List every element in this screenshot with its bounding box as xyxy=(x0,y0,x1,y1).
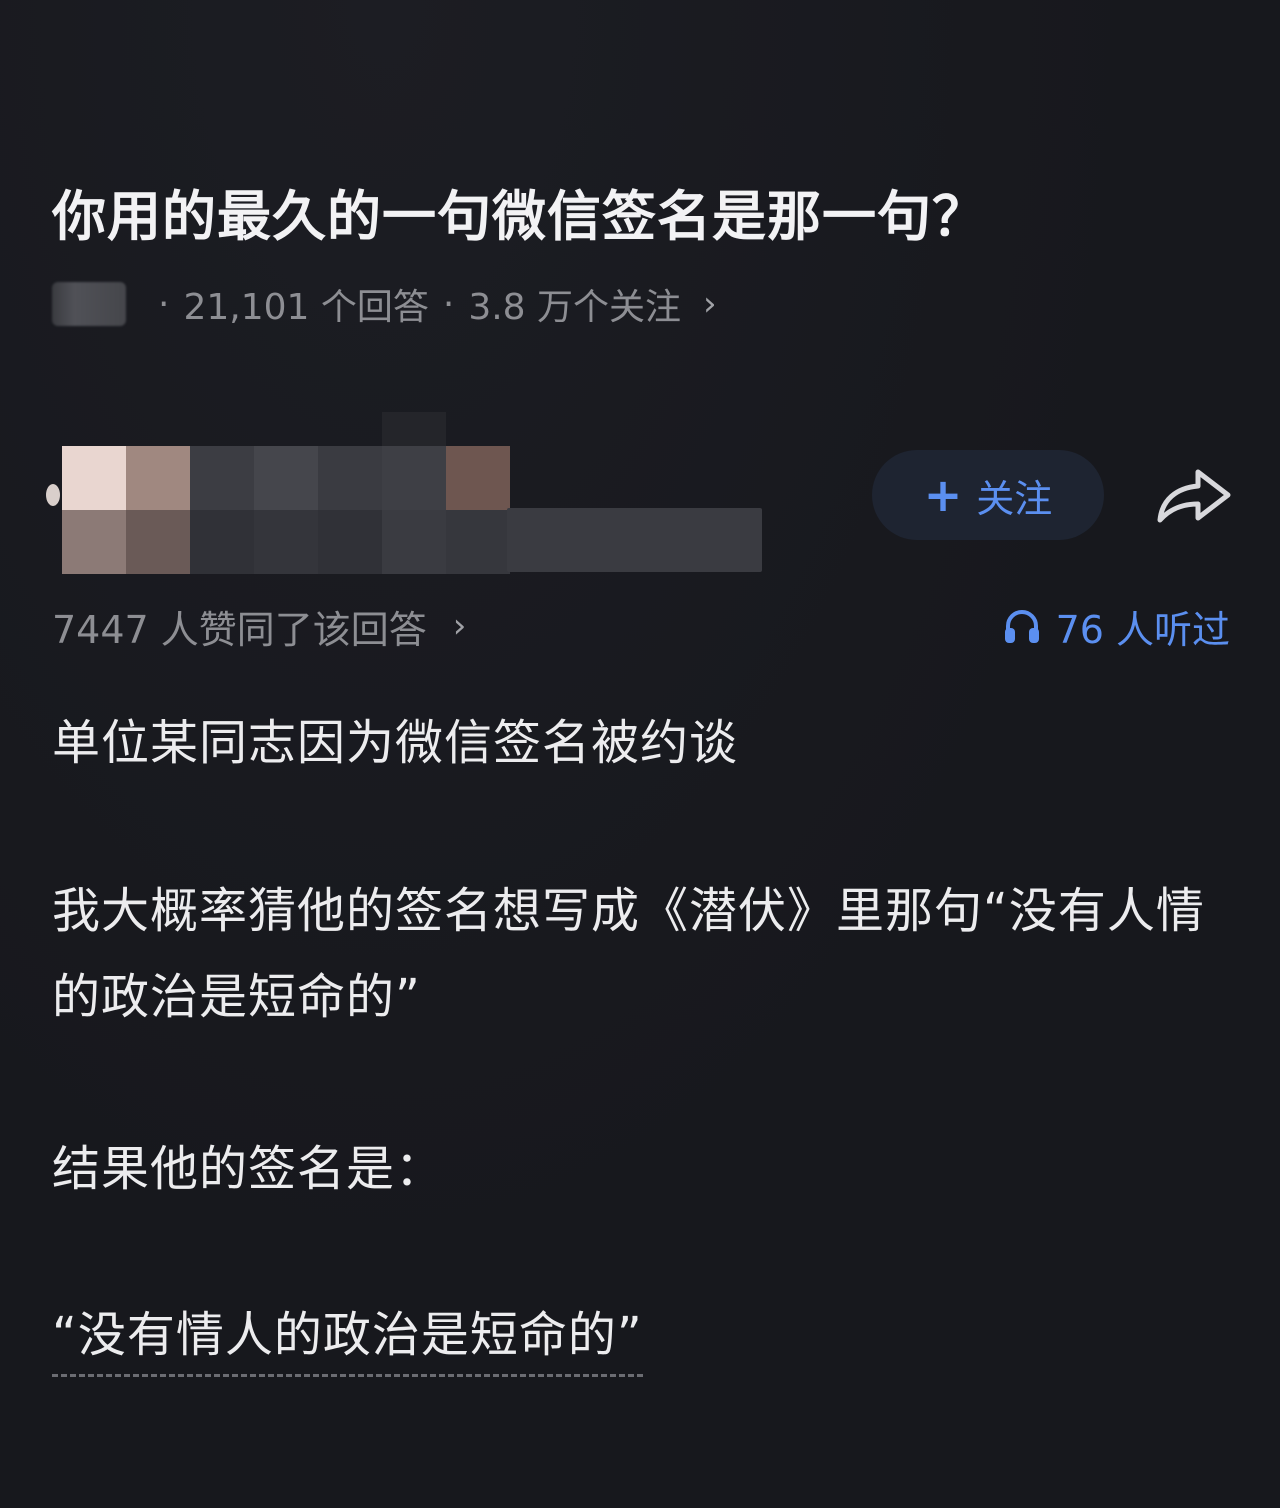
censor-pixel xyxy=(254,510,318,574)
author-info-censored[interactable] xyxy=(46,412,772,580)
chevron-right-icon: › xyxy=(452,606,467,646)
censor-pixel xyxy=(446,446,510,510)
meta-separator: · xyxy=(442,283,455,325)
censor-pixel xyxy=(190,446,254,510)
chevron-right-icon: › xyxy=(703,284,717,324)
answer-paragraph-1: 单位某同志因为微信签名被约谈 xyxy=(52,715,739,771)
censor-pixel xyxy=(126,510,190,574)
listened-count: 76 人听过 xyxy=(1055,607,1230,652)
likes-link[interactable]: 7447 人赞同了该回答 › xyxy=(52,600,466,652)
headphone-icon xyxy=(1004,610,1039,643)
answer-paragraph-4: “没有情人的政治是短命的” xyxy=(52,1292,1232,1378)
likes-count: 7447 人赞同了该回答 xyxy=(52,607,427,652)
avatar-edge xyxy=(46,484,60,506)
censor-pixel xyxy=(126,446,190,510)
answers-count: 21,101 个回答 xyxy=(183,287,429,328)
censor-pixel xyxy=(190,510,254,574)
censor-pixel xyxy=(318,446,382,510)
censor-bar xyxy=(507,508,762,572)
censor-pixel xyxy=(62,510,126,574)
censored-topic xyxy=(52,282,126,326)
followers-count: 3.8 万个关注 xyxy=(468,287,682,328)
follow-label: 关注 xyxy=(976,476,1053,521)
follow-button[interactable]: + 关注 xyxy=(872,450,1104,540)
meta-separator: · xyxy=(158,283,170,325)
answer-paragraph-3: 结果他的签名是： xyxy=(52,1141,445,1197)
censor-pixel xyxy=(382,412,446,446)
share-icon xyxy=(1157,469,1231,523)
highlighted-quote[interactable]: “没有情人的政治是短命的” xyxy=(52,1300,643,1377)
plus-icon: + xyxy=(923,468,963,522)
question-title[interactable]: 你用的最久的一句微信签名是那一句？ xyxy=(52,182,1232,252)
censor-pixel xyxy=(254,446,318,510)
answer-paragraph-2: 我大概率猜他的签名想写成《潜伏》里那句“没有人情的政治是短命的” xyxy=(52,883,1205,1025)
censor-pixel xyxy=(446,510,510,574)
question-meta[interactable]: · 21,101 个回答 · 3.8 万个关注 › xyxy=(52,278,717,330)
censor-pixel xyxy=(382,446,446,510)
listened-link[interactable]: 76 人听过 xyxy=(1002,600,1230,652)
share-button[interactable] xyxy=(1154,462,1234,528)
censor-pixel xyxy=(62,446,126,510)
censor-pixel xyxy=(318,510,382,574)
censor-pixel xyxy=(382,510,446,574)
page-background: 你用的最久的一句微信签名是那一句？ · 21,101 个回答 · 3.8 万个关… xyxy=(0,0,1280,1508)
